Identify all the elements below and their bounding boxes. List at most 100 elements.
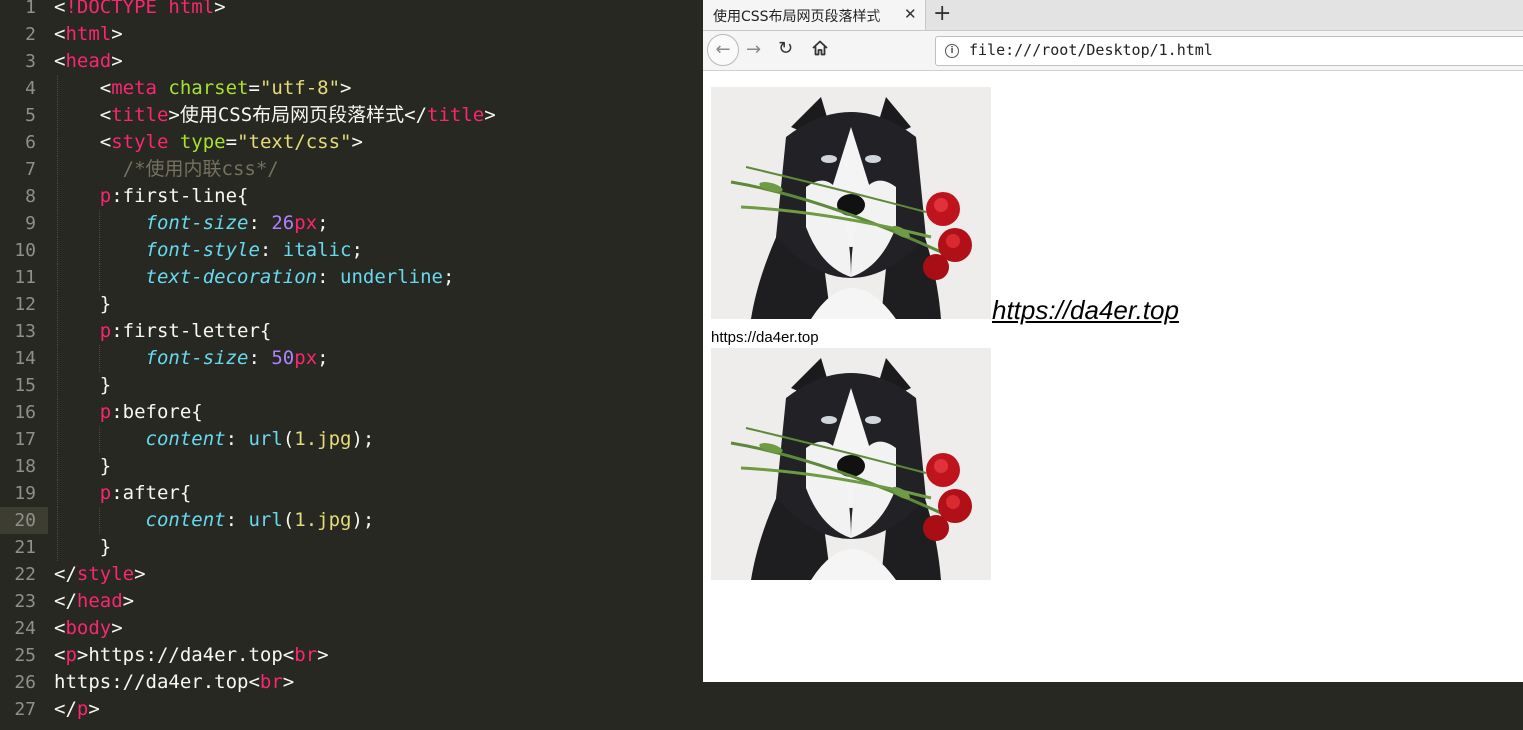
code-line[interactable]: 2 <html> xyxy=(0,21,703,48)
page-content: https://da4er.top https://da4er.top xyxy=(703,71,1523,682)
code-text[interactable]: p:first-line{ xyxy=(54,183,249,210)
code-token: > xyxy=(340,77,352,99)
code-line[interactable]: 8 p:first-line{ xyxy=(0,183,703,210)
line-number: 22 xyxy=(14,564,36,585)
code-line[interactable]: 15 } xyxy=(0,372,703,399)
code-text[interactable]: text-decoration: underline; xyxy=(54,264,455,291)
indent-guide xyxy=(99,210,101,237)
code-line[interactable]: 22 </style> xyxy=(0,561,703,588)
code-token: < xyxy=(54,644,66,666)
code-text[interactable]: p:first-letter{ xyxy=(54,318,272,345)
code-text[interactable]: <p>https://da4er.top<br> xyxy=(54,642,329,669)
indent-guide xyxy=(57,237,59,264)
tab-bar: 使用CSS布局网页段落样式 ✕ + xyxy=(703,0,1523,31)
home-button[interactable] xyxy=(811,39,829,61)
husky-with-roses-picture xyxy=(711,87,991,319)
code-text[interactable]: p:after{ xyxy=(54,480,192,507)
code-line[interactable]: 20 content: url(1.jpg); xyxy=(0,507,703,534)
code-text[interactable]: font-size: 26px; xyxy=(54,210,329,237)
code-line[interactable]: 18 } xyxy=(0,453,703,480)
code-line[interactable]: 4 <meta charset="utf-8"> xyxy=(0,75,703,102)
code-token: 26 xyxy=(271,212,295,234)
code-text[interactable]: <!DOCTYPE html> xyxy=(54,0,226,21)
code-text[interactable]: } xyxy=(54,534,111,561)
code-line[interactable]: 7 /*使用内联css*/ xyxy=(0,156,703,183)
code-token: text-decoration xyxy=(145,266,318,288)
code-token: < xyxy=(54,617,66,639)
url-input[interactable]: file:///root/Desktop/1.html xyxy=(969,41,1213,59)
code-text[interactable]: <style type="text/css"> xyxy=(54,129,363,156)
code-text[interactable]: <meta charset="utf-8"> xyxy=(54,75,352,102)
indent-guide xyxy=(57,318,59,345)
line-number: 8 xyxy=(25,186,36,207)
code-text[interactable]: <title>使用CSS布局网页段落样式</title> xyxy=(54,102,496,129)
tab-active[interactable]: 使用CSS布局网页段落样式 ✕ xyxy=(703,0,926,30)
code-token: style xyxy=(111,131,169,153)
tab-title: 使用CSS布局网页段落样式 xyxy=(713,9,881,25)
code-line[interactable]: 5 <title>使用CSS布局网页段落样式</title> xyxy=(0,102,703,129)
reload-button[interactable]: ↻ xyxy=(778,38,793,59)
code-token: > xyxy=(214,0,226,18)
code-line[interactable]: 11 text-decoration: underline; xyxy=(0,264,703,291)
dog-image-before xyxy=(711,87,991,319)
code-line[interactable]: 19 p:after{ xyxy=(0,480,703,507)
code-line[interactable]: 9 font-size: 26px; xyxy=(0,210,703,237)
code-line[interactable]: 24 <body> xyxy=(0,615,703,642)
code-text[interactable]: </p> xyxy=(54,696,100,723)
line-number: 19 xyxy=(14,483,36,504)
code-text[interactable]: font-size: 50px; xyxy=(54,345,329,372)
paragraph-second-line: https://da4er.top xyxy=(711,329,819,346)
code-line[interactable]: 16 p:before{ xyxy=(0,399,703,426)
code-token: >使用CSS布局网页段落样式</ xyxy=(168,104,428,126)
code-token: meta xyxy=(111,77,157,99)
code-text[interactable]: } xyxy=(54,291,111,318)
code-text[interactable]: } xyxy=(54,453,111,480)
code-text[interactable]: <body> xyxy=(54,615,123,642)
code-editor[interactable]: 1 <!DOCTYPE html> 2 <html> 3 <head> 4 <meta ch… xyxy=(0,0,703,730)
code-token: ; xyxy=(317,347,329,369)
code-line[interactable]: 13 p:first-letter{ xyxy=(0,318,703,345)
new-tab-button[interactable]: + xyxy=(933,1,951,26)
code-line[interactable]: 10 font-style: italic; xyxy=(0,237,703,264)
code-line[interactable]: 3 <head> xyxy=(0,48,703,75)
indent-guide xyxy=(57,453,59,480)
code-line[interactable]: 25 <p>https://da4er.top<br> xyxy=(0,642,703,669)
code-line[interactable]: 12 } xyxy=(0,291,703,318)
code-text[interactable]: https://da4er.top<br> xyxy=(54,669,294,696)
code-token: : xyxy=(259,239,283,261)
code-text[interactable]: p:before{ xyxy=(54,399,203,426)
code-token: head xyxy=(65,50,112,72)
code-token: < xyxy=(54,50,66,72)
code-text[interactable]: content: url(1.jpg); xyxy=(54,426,375,453)
code-line[interactable]: 21 } xyxy=(0,534,703,561)
code-line[interactable]: 14 font-size: 50px; xyxy=(0,345,703,372)
close-tab-icon[interactable]: ✕ xyxy=(904,5,917,23)
back-button[interactable]: ← xyxy=(707,34,739,66)
code-token: ( xyxy=(282,428,295,450)
code-text[interactable]: content: url(1.jpg); xyxy=(54,507,375,534)
code-line[interactable]: 6 <style type="text/css"> xyxy=(0,129,703,156)
code-text[interactable]: <html> xyxy=(54,21,123,48)
code-text[interactable]: } xyxy=(54,372,111,399)
code-text[interactable]: </head> xyxy=(54,588,134,615)
indent-guide xyxy=(99,345,101,372)
code-token: } xyxy=(54,374,112,396)
indent-guide xyxy=(57,426,59,453)
code-text[interactable]: /*使用内联css*/ xyxy=(54,156,279,183)
code-line[interactable]: 23 </head> xyxy=(0,588,703,615)
code-line[interactable]: 1 <!DOCTYPE html> xyxy=(0,0,703,21)
code-line[interactable]: 27 </p> xyxy=(0,696,703,723)
url-bar[interactable]: i file:///root/Desktop/1.html xyxy=(935,36,1523,66)
line-number: 11 xyxy=(14,267,36,288)
info-icon[interactable]: i xyxy=(945,44,959,58)
code-text[interactable]: <head> xyxy=(54,48,123,75)
code-text[interactable]: </style> xyxy=(54,561,146,588)
indent-guide xyxy=(57,75,59,102)
code-token: < xyxy=(54,77,112,99)
code-line[interactable]: 26 https://da4er.top<br> xyxy=(0,669,703,696)
code-token: :first-line{ xyxy=(111,185,249,207)
forward-button[interactable]: → xyxy=(746,39,761,60)
code-line[interactable]: 17 content: url(1.jpg); xyxy=(0,426,703,453)
